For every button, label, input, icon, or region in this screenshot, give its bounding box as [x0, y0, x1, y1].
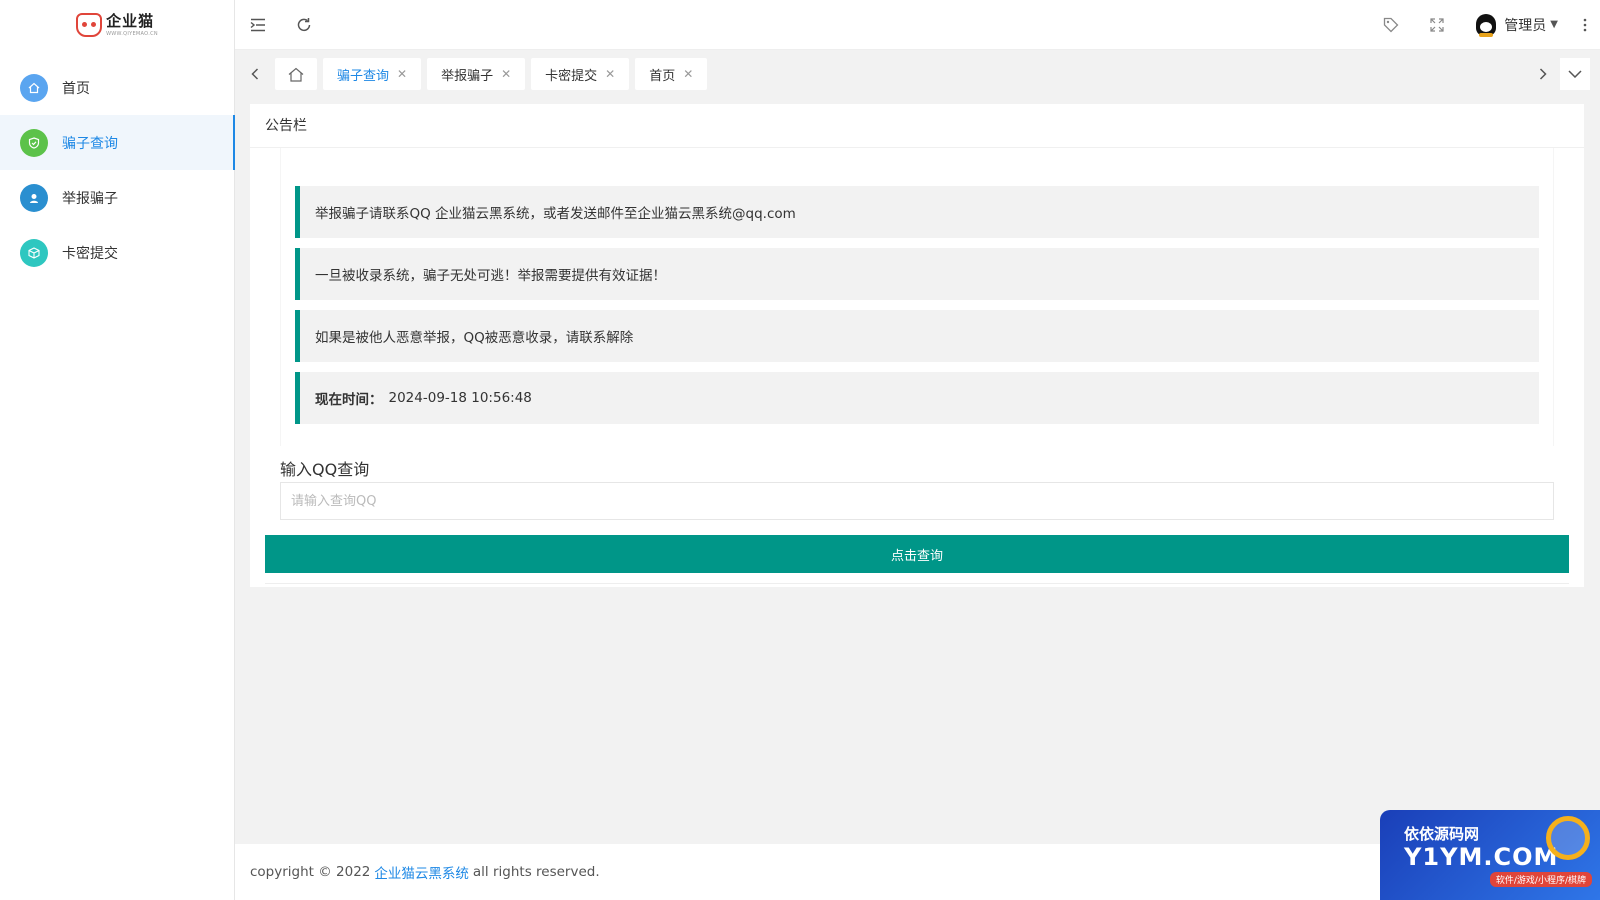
qq-query-input[interactable]: [280, 482, 1554, 520]
tab-label: 卡密提交: [545, 68, 598, 84]
user-menu[interactable]: 管理员 ▼: [1460, 13, 1570, 37]
sidebar-item-report-scammer[interactable]: 举报骗子: [0, 170, 234, 225]
footer-link[interactable]: 企业猫云黑系统: [374, 862, 469, 882]
close-icon[interactable]: ✕: [501, 67, 511, 81]
notice-text: 一旦被收录系统，骗子无处可逃！举报需要提供有效证据！: [315, 268, 666, 284]
refresh-icon[interactable]: [281, 0, 327, 50]
card-title: 公告栏: [250, 104, 1584, 148]
box-icon: [20, 238, 48, 267]
user-name: 管理员: [1504, 17, 1547, 34]
sidebar-item-home[interactable]: 首页: [0, 60, 234, 115]
caret-down-icon: ▼: [1550, 19, 1558, 30]
notice-item: 如果是被他人恶意举报，QQ被恶意收录，请联系解除: [295, 310, 1539, 362]
query-label: 输入QQ查询: [280, 460, 370, 479]
time-label: 现在时间：: [315, 392, 383, 408]
time-value: 2024-09-18 10:56:48: [388, 390, 532, 406]
copyright-prefix: copyright © 2022: [250, 864, 371, 880]
notice-text: 举报骗子请联系QQ 企业猫云黑系统，或者发送邮件至企业猫云黑系统@qq.com: [315, 206, 796, 222]
logo-text: 企业猫: [106, 11, 155, 30]
tab-dropdown-icon[interactable]: [1560, 58, 1590, 90]
close-icon[interactable]: ✕: [683, 67, 693, 81]
current-time-notice: 现在时间： 2024-09-18 10:56:48: [295, 372, 1539, 424]
sidebar-item-scammer-query[interactable]: 骗子查询: [0, 115, 235, 170]
tag-icon[interactable]: [1368, 0, 1414, 50]
tab-home[interactable]: 首页 ✕: [635, 58, 708, 90]
query-button[interactable]: 点击查询: [265, 535, 1569, 573]
sidebar-item-label: 举报骗子: [62, 190, 118, 207]
user-icon: [20, 183, 48, 212]
close-icon[interactable]: ✕: [397, 67, 407, 81]
close-icon[interactable]: ✕: [605, 67, 615, 81]
tab-bar: 骗子查询 ✕ 举报骗子 ✕ 卡密提交 ✕ 首页 ✕: [235, 50, 1600, 98]
tab-label: 骗子查询: [337, 68, 390, 84]
notice-list: 举报骗子请联系QQ 企业猫云黑系统，或者发送邮件至企业猫云黑系统@qq.com …: [280, 148, 1554, 446]
tab-home-icon[interactable]: [275, 58, 317, 90]
watermark-sub: 软件/游戏/小程序/棋牌: [1489, 872, 1592, 888]
divider: [265, 583, 1569, 584]
tab-label: 首页: [649, 68, 676, 84]
more-vertical-icon[interactable]: [1570, 0, 1600, 50]
sidebar-item-label: 卡密提交: [62, 245, 118, 262]
tab-scroll-left-icon[interactable]: [235, 50, 275, 98]
notice-text: 如果是被他人恶意举报，QQ被恶意收录，请联系解除: [315, 330, 634, 346]
top-header: 管理员 ▼: [235, 0, 1600, 50]
home-icon: [20, 73, 48, 102]
watermark-badge: 依依源码网 Y1YM.COM 软件/游戏/小程序/棋牌: [1380, 810, 1600, 900]
notice-card: 公告栏 举报骗子请联系QQ 企业猫云黑系统，或者发送邮件至企业猫云黑系统@qq.…: [250, 104, 1584, 587]
sidebar: 企业猫 WWW.QIYEMAO.CN 首页 骗子查询 举报骗子 卡密提交: [0, 0, 235, 900]
tab-card-submit[interactable]: 卡密提交 ✕: [531, 58, 630, 90]
logo-subtext: WWW.QIYEMAO.CN: [106, 30, 158, 37]
avatar: [1476, 13, 1497, 37]
sidebar-item-label: 首页: [62, 80, 90, 97]
cat-logo-icon: [76, 13, 103, 37]
sidebar-menu: 首页 骗子查询 举报骗子 卡密提交: [0, 60, 235, 280]
menu-toggle-icon[interactable]: [235, 0, 281, 50]
fullscreen-icon[interactable]: [1414, 0, 1460, 50]
shield-check-icon: [20, 128, 48, 157]
tab-report-scammer[interactable]: 举报骗子 ✕: [427, 58, 526, 90]
tab-scammer-query[interactable]: 骗子查询 ✕: [323, 58, 422, 90]
logo[interactable]: 企业猫 WWW.QIYEMAO.CN: [0, 0, 234, 50]
magnifier-icon: [1546, 816, 1590, 860]
notice-item: 举报骗子请联系QQ 企业猫云黑系统，或者发送邮件至企业猫云黑系统@qq.com: [295, 186, 1539, 238]
sidebar-item-label: 骗子查询: [62, 135, 118, 152]
tab-scroll-right-icon[interactable]: [1526, 50, 1560, 98]
tab-label: 举报骗子: [441, 68, 494, 84]
copyright-suffix: all rights reserved.: [472, 864, 600, 880]
sidebar-item-card-submit[interactable]: 卡密提交: [0, 225, 234, 280]
notice-item: 一旦被收录系统，骗子无处可逃！举报需要提供有效证据！: [295, 248, 1539, 300]
